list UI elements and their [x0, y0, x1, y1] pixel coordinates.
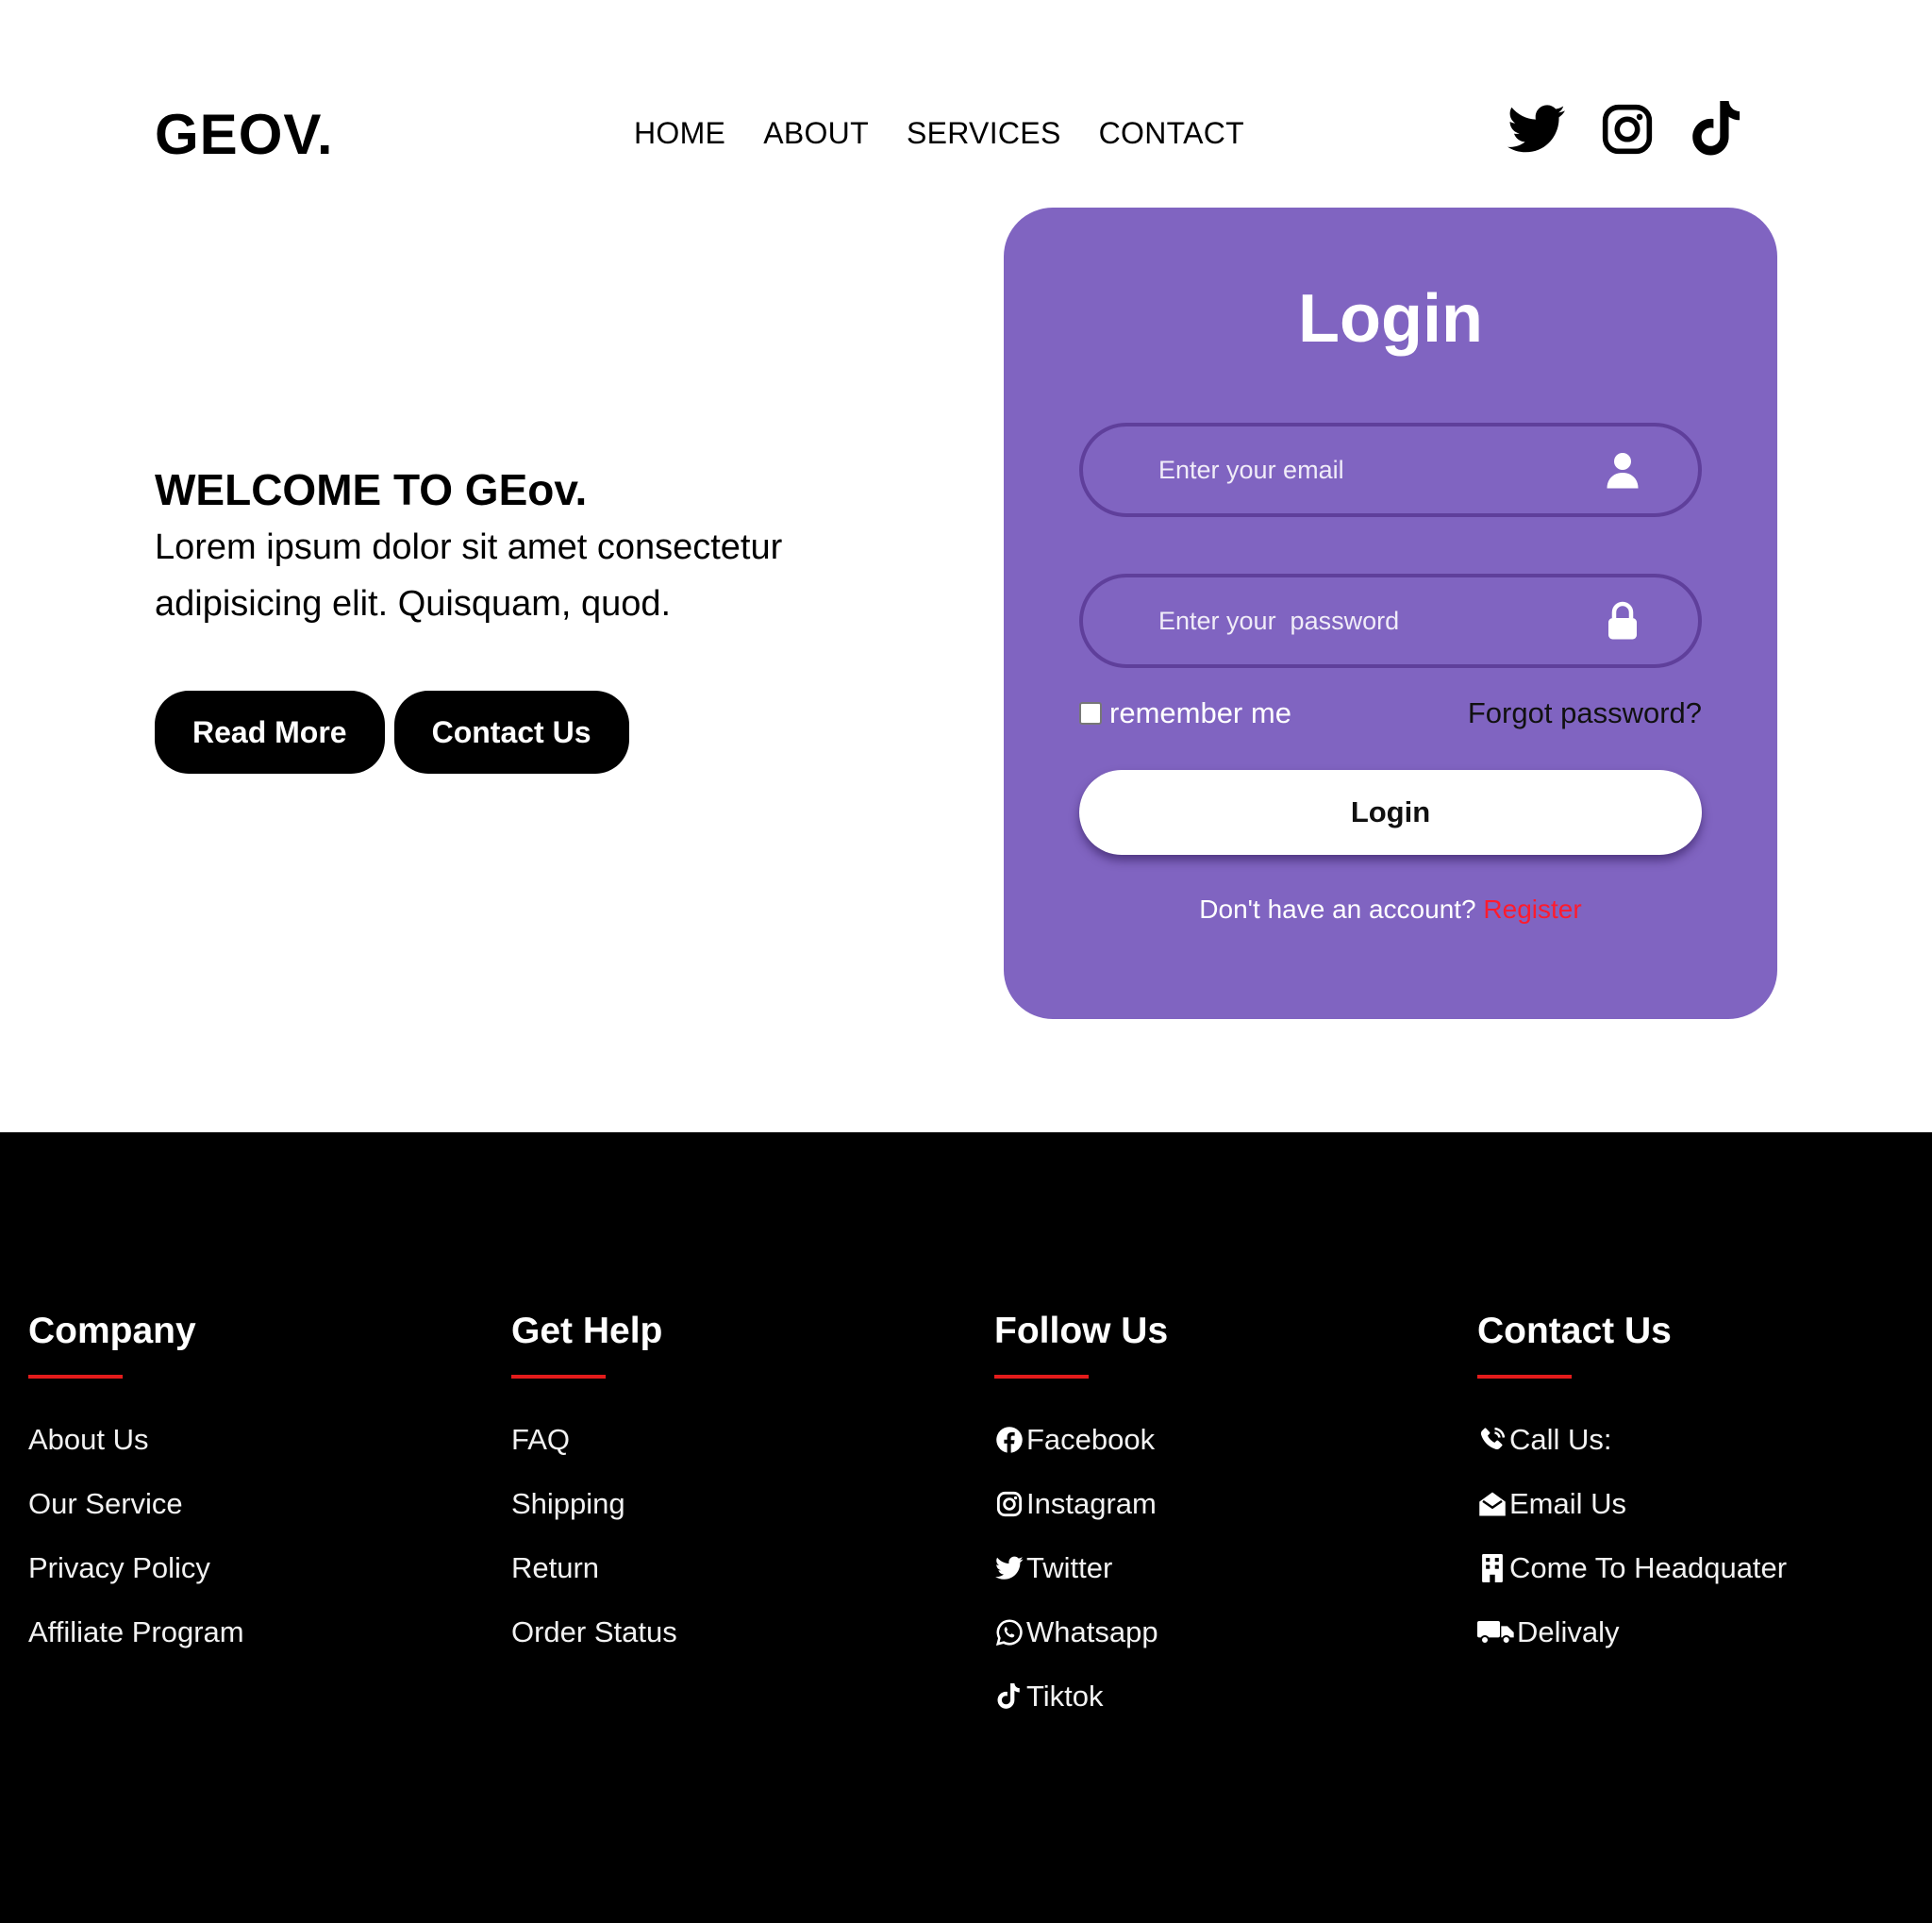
footer-help-column: Get Help FAQ Shipping Return Order Statu…: [511, 1307, 964, 1677]
twitter-label: Twitter: [1026, 1551, 1113, 1584]
login-button[interactable]: Login: [1079, 770, 1702, 855]
twitter-icon: [994, 1553, 1024, 1583]
facebook-icon: [994, 1425, 1024, 1455]
no-account-text: Don't have an account?: [1199, 895, 1476, 924]
footer-link-email[interactable]: Email Us: [1477, 1484, 1930, 1524]
call-us-label: Call Us:: [1509, 1423, 1612, 1456]
site-footer: Company About Us Our Service Privacy Pol…: [0, 1132, 1932, 1923]
footer-link[interactable]: Our Service: [28, 1484, 481, 1524]
envelope-icon: [1477, 1489, 1507, 1519]
site-logo[interactable]: GEOV.: [155, 102, 334, 168]
footer-link-headquarter[interactable]: Come To Headquater: [1477, 1548, 1930, 1588]
footer-link-facebook[interactable]: Facebook: [994, 1420, 1447, 1460]
nav-home[interactable]: HOME: [634, 111, 725, 155]
login-card: Login remember me Forgot password? Login…: [1004, 208, 1777, 1019]
main-nav: HOME ABOUT SERVICES CONTACT: [634, 111, 1244, 155]
forgot-password-link[interactable]: Forgot password?: [1468, 696, 1702, 730]
hero-title: WELCOME TO GEov.: [155, 465, 588, 514]
title-underline: [994, 1375, 1089, 1379]
nav-services[interactable]: SERVICES: [907, 111, 1061, 155]
title-underline: [511, 1375, 606, 1379]
whatsapp-label: Whatsapp: [1026, 1615, 1158, 1648]
delivery-label: Delivaly: [1517, 1615, 1620, 1648]
footer-link-call[interactable]: Call Us:: [1477, 1420, 1930, 1460]
password-field-wrapper: [1079, 574, 1702, 668]
footer-link[interactable]: Affiliate Program: [28, 1613, 481, 1652]
remember-row: remember me Forgot password?: [1079, 696, 1702, 730]
footer-link[interactable]: Shipping: [511, 1484, 964, 1524]
footer-contact-column: Contact Us Call Us: Email Us Come To Hea…: [1477, 1307, 1930, 1677]
site-header: GEOV. HOME ABOUT SERVICES CONTACT: [0, 0, 1932, 208]
hero-buttons: Read More Contact Us: [155, 691, 629, 774]
email-input[interactable]: [1158, 455, 1604, 485]
hero-text: Lorem ipsum dolor sit amet consectetur a…: [155, 527, 783, 624]
footer-link[interactable]: Order Status: [511, 1613, 964, 1652]
footer-link-whatsapp[interactable]: Whatsapp: [994, 1613, 1447, 1652]
phone-icon: [1477, 1425, 1507, 1455]
user-icon: [1604, 449, 1641, 491]
email-us-label: Email Us: [1509, 1487, 1627, 1520]
read-more-button[interactable]: Read More: [155, 691, 385, 774]
title-underline: [1477, 1375, 1572, 1379]
footer-contact-title: Contact Us: [1477, 1311, 1672, 1351]
footer-link[interactable]: Return: [511, 1548, 964, 1588]
footer-follow-title: Follow Us: [994, 1311, 1169, 1351]
footer-link[interactable]: FAQ: [511, 1420, 964, 1460]
footer-link[interactable]: About Us: [28, 1420, 481, 1460]
checkbox-box[interactable]: [1079, 702, 1102, 725]
header-social-links: [1506, 98, 1749, 160]
footer-link-twitter[interactable]: Twitter: [994, 1548, 1447, 1588]
hero-section: WELCOME TO GEov. Lorem ipsum dolor sit a…: [155, 462, 872, 774]
remember-me-label: remember me: [1109, 696, 1291, 729]
nav-about[interactable]: ABOUT: [763, 111, 869, 155]
footer-company-title: Company: [28, 1311, 196, 1351]
headquarter-label: Come To Headquater: [1509, 1551, 1788, 1584]
footer-link-delivery[interactable]: Delivaly: [1477, 1613, 1930, 1652]
register-link[interactable]: Register: [1483, 895, 1581, 924]
password-input[interactable]: [1158, 606, 1604, 636]
truck-icon: [1477, 1617, 1515, 1647]
register-row: Don't have an account? Register: [1004, 895, 1777, 925]
instagram-icon[interactable]: [1596, 98, 1658, 160]
footer-follow-column: Follow Us Facebook Instagram Twitter Wha…: [994, 1307, 1447, 1741]
remember-me-checkbox[interactable]: remember me: [1079, 696, 1291, 730]
tiktok-label: Tiktok: [1026, 1680, 1104, 1713]
footer-company-column: Company About Us Our Service Privacy Pol…: [28, 1307, 481, 1677]
tiktok-icon: [994, 1681, 1024, 1712]
lock-icon: [1604, 600, 1641, 642]
building-icon: [1477, 1553, 1507, 1583]
instagram-label: Instagram: [1026, 1487, 1157, 1520]
footer-link-instagram[interactable]: Instagram: [994, 1484, 1447, 1524]
twitter-icon[interactable]: [1506, 98, 1568, 160]
title-underline: [28, 1375, 123, 1379]
instagram-icon: [994, 1489, 1024, 1519]
login-title: Login: [1298, 281, 1483, 357]
footer-link-tiktok[interactable]: Tiktok: [994, 1677, 1447, 1716]
footer-link[interactable]: Privacy Policy: [28, 1548, 481, 1588]
nav-contact[interactable]: CONTACT: [1099, 111, 1244, 155]
footer-help-title: Get Help: [511, 1311, 663, 1351]
whatsapp-icon: [994, 1617, 1024, 1647]
email-field-wrapper: [1079, 423, 1702, 517]
contact-us-button[interactable]: Contact Us: [393, 691, 629, 774]
tiktok-icon[interactable]: [1687, 98, 1749, 160]
facebook-label: Facebook: [1026, 1423, 1156, 1456]
